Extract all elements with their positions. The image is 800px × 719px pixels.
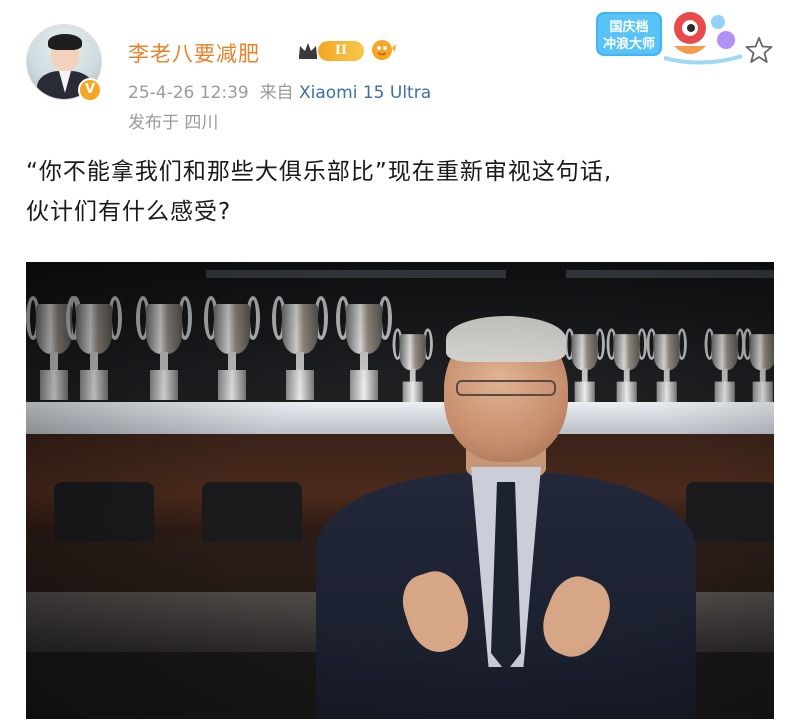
sticker-line-2: 冲浪大师 (603, 36, 655, 52)
festival-sticker-icon[interactable]: 国庆档 冲浪大师 (594, 6, 744, 68)
post-text: “你不能拿我们和那些大俱乐部比”现在重新审视这句话, 伙计们有什么感受? (26, 152, 766, 232)
avatar-hair (48, 34, 82, 50)
author-username[interactable]: 李老八要减肥 (128, 38, 260, 68)
device-link[interactable]: Xiaomi 15 Ultra (299, 83, 431, 103)
post-text-line-2: 伙计们有什么感受? (26, 199, 232, 225)
verified-badge-icon: V (78, 78, 102, 102)
post-meta: 25-4-26 12:39 来自 Xiaomi 15 Ultra (128, 78, 431, 103)
source-prefix: 来自 (259, 83, 294, 103)
image-vignette (26, 262, 774, 719)
crown-icon (299, 43, 317, 59)
post-timestamp: 25-4-26 12:39 (128, 83, 249, 103)
bubble-icon (372, 40, 396, 60)
post-image[interactable] (26, 262, 774, 719)
sticker-line-1: 国庆档 (609, 19, 648, 35)
post-header: V 李老八要减肥 II 25-4-26 12:39 来自 Xiaomi 15 U… (0, 0, 800, 140)
level-badge: II (318, 41, 364, 61)
post-location: 发布于 四川 (128, 113, 219, 133)
post-text-line-1: “你不能拿我们和那些大俱乐部比”现在重新审视这句话, (26, 159, 613, 185)
star-icon[interactable] (745, 36, 773, 64)
